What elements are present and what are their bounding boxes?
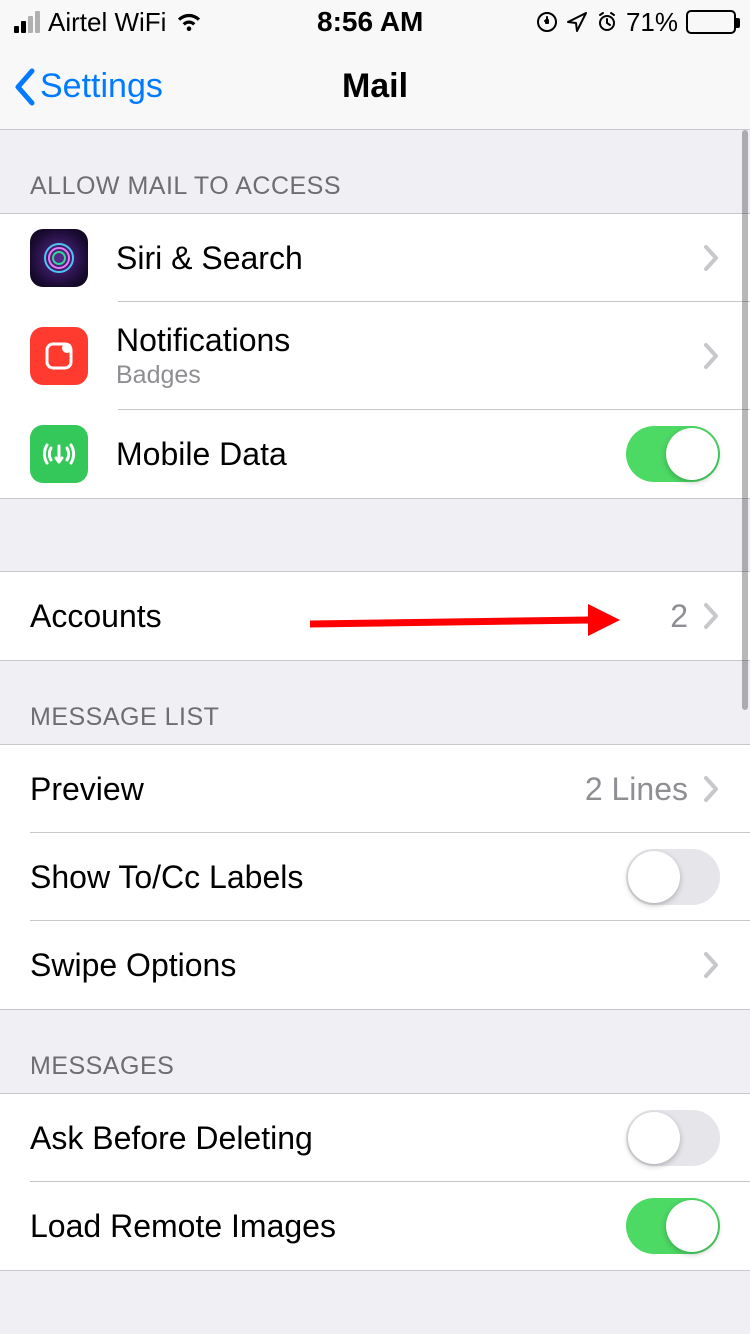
battery-icon [686,10,736,34]
mobile-data-icon [30,425,88,483]
row-load-remote-images[interactable]: Load Remote Images [0,1182,750,1270]
carrier-label: Airtel WiFi [48,7,166,38]
section-header-message-list: MESSAGE LIST [0,661,750,744]
row-sub-notifications: Badges [116,361,702,390]
chevron-right-icon [702,601,720,631]
battery-percentage: 71% [626,7,678,38]
toggle-ask-delete[interactable] [626,1110,720,1166]
rotation-lock-icon [536,11,558,33]
chevron-right-icon [702,774,720,804]
row-title-accounts: Accounts [30,598,670,635]
chevron-right-icon [702,950,720,980]
row-notifications[interactable]: Notifications Badges [0,302,750,410]
alarm-icon [596,11,618,33]
group-access: Siri & Search Notifications Badges [0,213,750,499]
row-preview[interactable]: Preview 2 Lines [0,745,750,833]
chevron-left-icon [12,67,36,107]
toggle-mobile-data[interactable] [626,426,720,482]
row-title-load-remote: Load Remote Images [30,1208,626,1245]
toggle-load-remote[interactable] [626,1198,720,1254]
row-show-tocc[interactable]: Show To/Cc Labels [0,833,750,921]
settings-scroll-view[interactable]: ALLOW MAIL TO ACCESS Siri & Search [0,130,750,1334]
row-title-swipe: Swipe Options [30,947,702,984]
group-message-list: Preview 2 Lines Show To/Cc Labels Swipe … [0,744,750,1010]
group-messages: Ask Before Deleting Load Remote Images [0,1093,750,1271]
row-title-siri: Siri & Search [116,240,702,277]
back-button[interactable]: Settings [12,67,163,107]
wifi-icon [174,11,204,33]
status-bar: Airtel WiFi 8:56 AM 71% [0,0,750,44]
preview-value: 2 Lines [585,771,688,808]
scrollbar[interactable] [742,130,748,710]
section-header-messages: MESSAGES [0,1010,750,1093]
row-swipe-options[interactable]: Swipe Options [0,921,750,1009]
notifications-icon [30,327,88,385]
siri-icon [30,229,88,287]
row-title-mobile-data: Mobile Data [116,436,626,473]
row-accounts[interactable]: Accounts 2 [0,572,750,660]
chevron-right-icon [702,243,720,273]
clock-time: 8:56 AM [317,6,423,38]
location-icon [566,11,588,33]
row-title-tocc: Show To/Cc Labels [30,859,626,896]
row-ask-before-deleting[interactable]: Ask Before Deleting [0,1094,750,1182]
accounts-count: 2 [670,598,688,635]
section-header-access: ALLOW MAIL TO ACCESS [0,130,750,213]
back-label: Settings [40,67,163,106]
cellular-signal-icon [14,11,40,33]
row-title-ask-delete: Ask Before Deleting [30,1120,626,1157]
row-siri-search[interactable]: Siri & Search [0,214,750,302]
row-title-preview: Preview [30,771,585,808]
row-mobile-data[interactable]: Mobile Data [0,410,750,498]
chevron-right-icon [702,341,720,371]
navigation-bar: Settings Mail [0,44,750,130]
group-accounts: Accounts 2 [0,571,750,661]
row-title-notifications: Notifications [116,322,702,359]
toggle-show-tocc[interactable] [626,849,720,905]
